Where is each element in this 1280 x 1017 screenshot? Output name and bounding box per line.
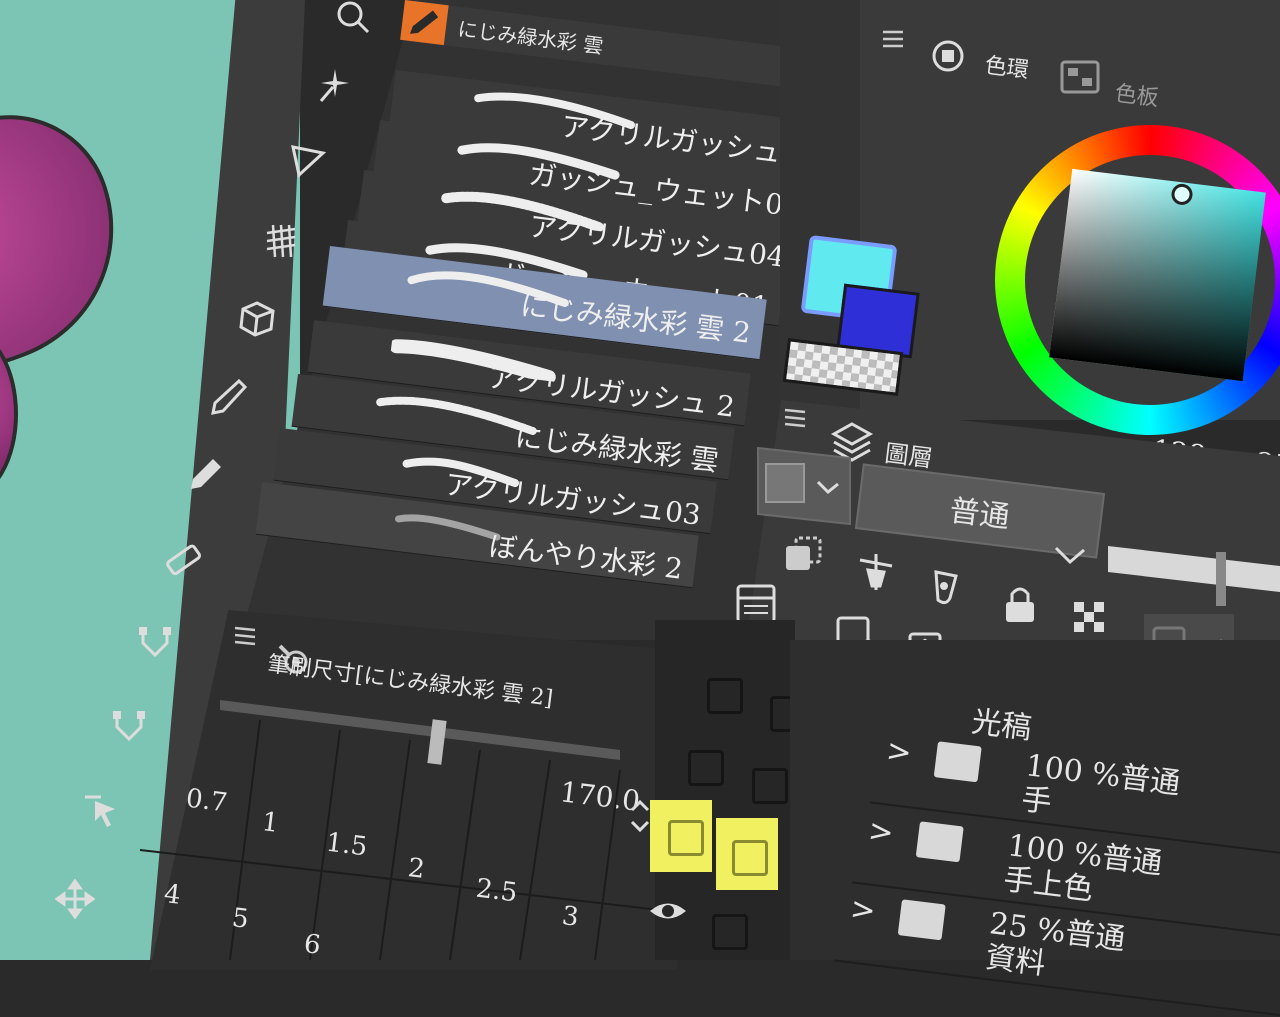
color-wheel-tab-icon[interactable] bbox=[930, 38, 966, 74]
reference-layer-icon[interactable] bbox=[854, 550, 898, 594]
visibility-toggle[interactable] bbox=[688, 750, 724, 786]
pen-icon[interactable] bbox=[206, 374, 252, 420]
mask-enable-icon[interactable] bbox=[1070, 598, 1114, 642]
size-preset[interactable]: 0.7 bbox=[184, 784, 229, 819]
clipping-icon[interactable] bbox=[782, 534, 826, 578]
saturation-value-square[interactable] bbox=[1049, 168, 1266, 382]
tab-color-wheel[interactable]: 色環 bbox=[983, 47, 1031, 84]
spinner-icon[interactable] bbox=[628, 796, 652, 836]
folder-icon bbox=[897, 899, 946, 941]
visibility-toggle[interactable] bbox=[668, 820, 704, 856]
triangle-select-icon[interactable] bbox=[284, 136, 330, 182]
visibility-toggle[interactable] bbox=[707, 678, 743, 714]
lock-transparent-icon[interactable] bbox=[926, 566, 970, 610]
layer-color-dropdown[interactable] bbox=[756, 446, 852, 526]
magic-wand-icon[interactable] bbox=[312, 62, 358, 108]
lock-toggle[interactable] bbox=[732, 840, 768, 876]
folder-icon bbox=[933, 741, 982, 783]
app-ui: にじみ緑水彩 雲 アクリルガッシュ02 ガッシュ_ウェット02 アクリルガッシュ… bbox=[0, 0, 1280, 1017]
opacity-slider[interactable] bbox=[1108, 540, 1280, 610]
layer-name: 手 bbox=[1019, 781, 1054, 821]
chevron-right-icon[interactable]: > bbox=[848, 891, 877, 929]
ruler-alt-icon[interactable] bbox=[106, 706, 152, 752]
lock-toggle[interactable] bbox=[712, 914, 748, 950]
eraser-icon[interactable] bbox=[160, 536, 206, 582]
brush-size-slider[interactable] bbox=[220, 700, 620, 770]
size-preset[interactable]: 2.5 bbox=[474, 874, 519, 909]
panel-menu-icon[interactable] bbox=[232, 622, 258, 648]
search-icon[interactable] bbox=[330, 0, 376, 40]
pen-badge-icon bbox=[400, 0, 449, 46]
color-picker-handle[interactable] bbox=[1169, 181, 1196, 208]
blend-mode-value: 普通 bbox=[947, 493, 1012, 536]
grid-icon[interactable] bbox=[258, 218, 304, 264]
panel-menu-icon[interactable] bbox=[782, 404, 808, 430]
chevron-right-icon[interactable]: > bbox=[866, 813, 895, 851]
chevron-right-icon[interactable]: > bbox=[884, 733, 913, 771]
marker-icon[interactable] bbox=[182, 452, 228, 498]
chevron-down-icon[interactable] bbox=[1050, 540, 1090, 570]
folder-icon bbox=[915, 821, 964, 863]
lock-toggle[interactable] bbox=[752, 768, 788, 804]
tab-color-set[interactable]: 色板 bbox=[1113, 75, 1161, 112]
panel-menu-icon[interactable] bbox=[880, 26, 906, 52]
move-icon[interactable] bbox=[52, 876, 98, 922]
cube-icon[interactable] bbox=[234, 296, 280, 342]
color-set-tab-icon[interactable] bbox=[1060, 60, 1100, 94]
ruler-icon[interactable] bbox=[132, 622, 178, 668]
pointer-icon[interactable] bbox=[78, 788, 124, 834]
eye-icon[interactable] bbox=[648, 896, 688, 926]
layer-name: 資料 bbox=[983, 939, 1048, 983]
size-preset[interactable]: 1.5 bbox=[324, 828, 369, 863]
lock-icon[interactable] bbox=[998, 582, 1042, 626]
